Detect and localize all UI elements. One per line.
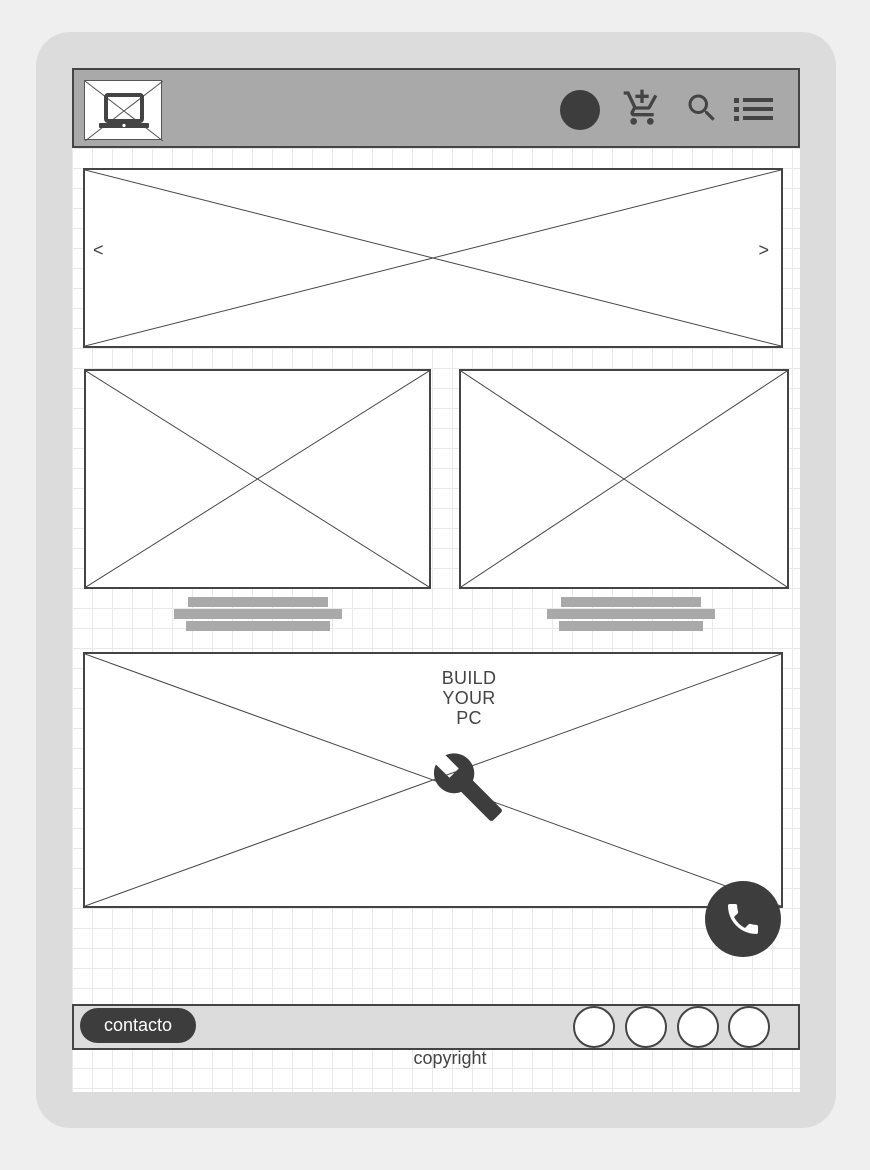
wrench-icon [433,753,502,821]
product-text-line [188,597,328,607]
product-text-line [559,621,703,631]
user-avatar[interactable] [560,90,600,130]
product-text-line [186,621,330,631]
menu-list-icon[interactable] [734,96,774,122]
footer-bar: contacto [72,1004,800,1050]
image-placeholder-cross [85,170,781,346]
contact-button[interactable]: contacto [80,1008,196,1043]
image-placeholder-cross [461,371,787,587]
logo[interactable] [84,80,163,141]
build-pc-title-line: BUILD [441,668,497,688]
social-link-2[interactable] [625,1006,667,1048]
laptop-icon [99,93,149,128]
build-pc-title: BUILD YOUR PC [431,668,507,728]
social-link-4[interactable] [728,1006,770,1048]
image-placeholder-cross [86,371,429,587]
build-pc-title-line: YOUR [442,688,496,708]
product-text-line [174,609,342,619]
search-icon[interactable] [684,90,720,126]
social-link-3[interactable] [677,1006,719,1048]
carousel-prev-button[interactable]: < [93,240,104,261]
copyright-text: copyright [413,1048,487,1068]
social-link-1[interactable] [573,1006,615,1048]
build-pc-title-line: PC [456,708,482,728]
product-text-line [547,609,715,619]
product-image-1[interactable] [84,369,431,589]
build-pc-banner[interactable]: BUILD YOUR PC [83,652,783,908]
add-to-cart-icon[interactable] [622,88,662,128]
phone-icon [728,904,758,934]
call-button[interactable] [705,881,781,957]
carousel-banner: < > [83,168,783,348]
header [72,68,800,148]
screen: < > BUILD YOUR PC contacto copyright [72,68,800,1092]
product-image-2[interactable] [459,369,789,589]
product-text-line [561,597,701,607]
carousel-next-button[interactable]: > [758,240,769,261]
